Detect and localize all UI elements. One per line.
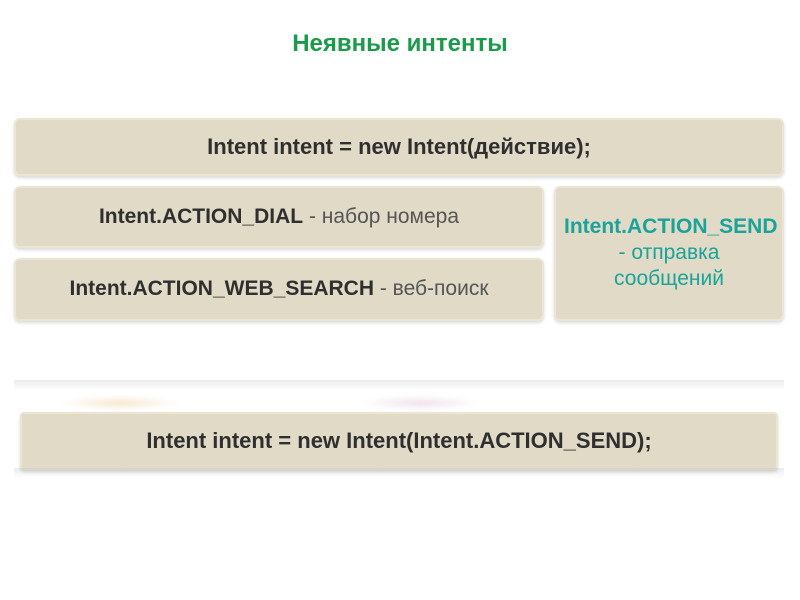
- background-blur: [360, 396, 480, 410]
- slide-title: Неявные интенты: [0, 30, 800, 58]
- actions-left-column: Intent.ACTION_DIAL - набор номера Intent…: [14, 186, 544, 321]
- actions-row: Intent.ACTION_DIAL - набор номера Intent…: [14, 186, 784, 321]
- code-intent-constructor: Intent intent = new Intent(действие);: [14, 118, 784, 176]
- divider-shadow: [14, 468, 784, 478]
- card-action-dial: Intent.ACTION_DIAL - набор номера: [14, 186, 544, 248]
- action-send-constant: Intent.ACTION_SEND: [564, 215, 778, 238]
- code-intent-action-send: Intent intent = new Intent(Intent.ACTION…: [20, 412, 778, 470]
- card-action-send: Intent.ACTION_SEND - отправка сообщений: [554, 186, 784, 321]
- background-blur: [60, 396, 180, 410]
- action-web-search-desc: - веб-поиск: [374, 277, 489, 300]
- action-web-search-constant: Intent.ACTION_WEB_SEARCH: [69, 277, 374, 300]
- action-dial-desc: - набор номера: [303, 205, 459, 228]
- action-dial-constant: Intent.ACTION_DIAL: [99, 205, 303, 228]
- intent-actions-group: Intent intent = new Intent(действие); In…: [14, 118, 784, 321]
- card-action-web-search: Intent.ACTION_WEB_SEARCH - веб-поиск: [14, 258, 544, 320]
- divider-shadow: [14, 380, 784, 390]
- action-send-desc: - отправка сообщений: [614, 241, 724, 290]
